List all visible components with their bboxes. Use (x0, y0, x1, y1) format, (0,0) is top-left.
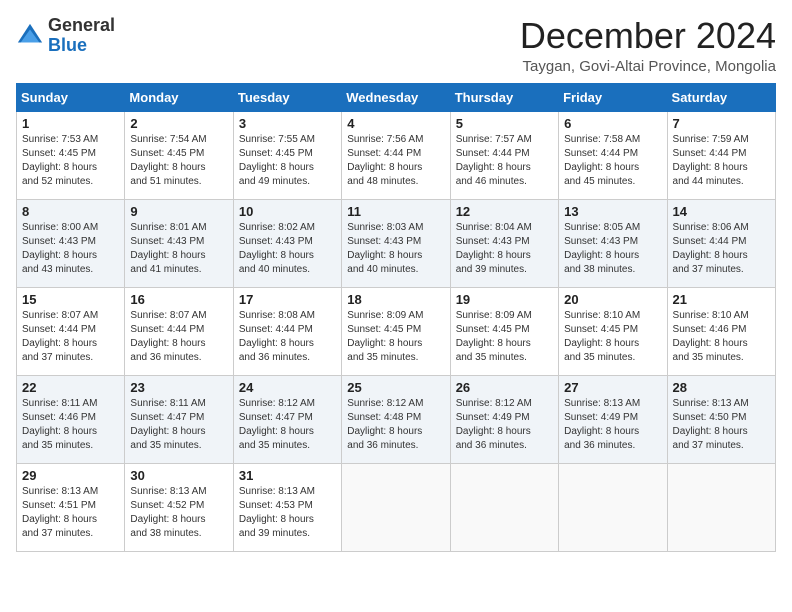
day-cell: 4 Sunrise: 7:56 AMSunset: 4:44 PMDayligh… (342, 111, 450, 199)
day-cell: 27 Sunrise: 8:13 AMSunset: 4:49 PMDaylig… (559, 375, 667, 463)
calendar-header-row: Sunday Monday Tuesday Wednesday Thursday… (17, 83, 776, 111)
day-cell: 15 Sunrise: 8:07 AMSunset: 4:44 PMDaylig… (17, 287, 125, 375)
col-monday: Monday (125, 83, 233, 111)
day-cell: 14 Sunrise: 8:06 AMSunset: 4:44 PMDaylig… (667, 199, 775, 287)
day-cell: 10 Sunrise: 8:02 AMSunset: 4:43 PMDaylig… (233, 199, 341, 287)
location-subtitle: Taygan, Govi-Altai Province, Mongolia (520, 58, 776, 75)
day-cell: 13 Sunrise: 8:05 AMSunset: 4:43 PMDaylig… (559, 199, 667, 287)
table-row: 29 Sunrise: 8:13 AMSunset: 4:51 PMDaylig… (17, 463, 776, 551)
day-cell: 22 Sunrise: 8:11 AMSunset: 4:46 PMDaylig… (17, 375, 125, 463)
day-cell: 29 Sunrise: 8:13 AMSunset: 4:51 PMDaylig… (17, 463, 125, 551)
day-cell: 28 Sunrise: 8:13 AMSunset: 4:50 PMDaylig… (667, 375, 775, 463)
day-cell: 6 Sunrise: 7:58 AMSunset: 4:44 PMDayligh… (559, 111, 667, 199)
day-cell: 20 Sunrise: 8:10 AMSunset: 4:45 PMDaylig… (559, 287, 667, 375)
col-saturday: Saturday (667, 83, 775, 111)
day-cell: 30 Sunrise: 8:13 AMSunset: 4:52 PMDaylig… (125, 463, 233, 551)
day-cell: 26 Sunrise: 8:12 AMSunset: 4:49 PMDaylig… (450, 375, 558, 463)
col-sunday: Sunday (17, 83, 125, 111)
day-cell: 21 Sunrise: 8:10 AMSunset: 4:46 PMDaylig… (667, 287, 775, 375)
day-cell: 11 Sunrise: 8:03 AMSunset: 4:43 PMDaylig… (342, 199, 450, 287)
day-cell: 31 Sunrise: 8:13 AMSunset: 4:53 PMDaylig… (233, 463, 341, 551)
day-cell: 19 Sunrise: 8:09 AMSunset: 4:45 PMDaylig… (450, 287, 558, 375)
title-block: December 2024 Taygan, Govi-Altai Provinc… (520, 16, 776, 75)
empty-day-cell (450, 463, 558, 551)
empty-day-cell (667, 463, 775, 551)
col-friday: Friday (559, 83, 667, 111)
logo-text: General Blue (48, 16, 115, 56)
day-cell: 8 Sunrise: 8:00 AMSunset: 4:43 PMDayligh… (17, 199, 125, 287)
day-cell: 1 Sunrise: 7:53 AMSunset: 4:45 PMDayligh… (17, 111, 125, 199)
table-row: 22 Sunrise: 8:11 AMSunset: 4:46 PMDaylig… (17, 375, 776, 463)
month-title: December 2024 (520, 16, 776, 56)
day-cell: 24 Sunrise: 8:12 AMSunset: 4:47 PMDaylig… (233, 375, 341, 463)
day-cell: 17 Sunrise: 8:08 AMSunset: 4:44 PMDaylig… (233, 287, 341, 375)
logo-icon (16, 22, 44, 50)
logo: General Blue (16, 16, 115, 56)
day-cell: 7 Sunrise: 7:59 AMSunset: 4:44 PMDayligh… (667, 111, 775, 199)
day-cell: 12 Sunrise: 8:04 AMSunset: 4:43 PMDaylig… (450, 199, 558, 287)
empty-day-cell (559, 463, 667, 551)
day-cell: 16 Sunrise: 8:07 AMSunset: 4:44 PMDaylig… (125, 287, 233, 375)
day-cell: 18 Sunrise: 8:09 AMSunset: 4:45 PMDaylig… (342, 287, 450, 375)
day-cell: 9 Sunrise: 8:01 AMSunset: 4:43 PMDayligh… (125, 199, 233, 287)
col-tuesday: Tuesday (233, 83, 341, 111)
day-cell: 2 Sunrise: 7:54 AMSunset: 4:45 PMDayligh… (125, 111, 233, 199)
table-row: 1 Sunrise: 7:53 AMSunset: 4:45 PMDayligh… (17, 111, 776, 199)
table-row: 15 Sunrise: 8:07 AMSunset: 4:44 PMDaylig… (17, 287, 776, 375)
day-cell: 23 Sunrise: 8:11 AMSunset: 4:47 PMDaylig… (125, 375, 233, 463)
page-header: General Blue December 2024 Taygan, Govi-… (16, 16, 776, 75)
col-wednesday: Wednesday (342, 83, 450, 111)
calendar-table: Sunday Monday Tuesday Wednesday Thursday… (16, 83, 776, 552)
empty-day-cell (342, 463, 450, 551)
day-cell: 3 Sunrise: 7:55 AMSunset: 4:45 PMDayligh… (233, 111, 341, 199)
day-cell: 25 Sunrise: 8:12 AMSunset: 4:48 PMDaylig… (342, 375, 450, 463)
day-cell: 5 Sunrise: 7:57 AMSunset: 4:44 PMDayligh… (450, 111, 558, 199)
table-row: 8 Sunrise: 8:00 AMSunset: 4:43 PMDayligh… (17, 199, 776, 287)
col-thursday: Thursday (450, 83, 558, 111)
